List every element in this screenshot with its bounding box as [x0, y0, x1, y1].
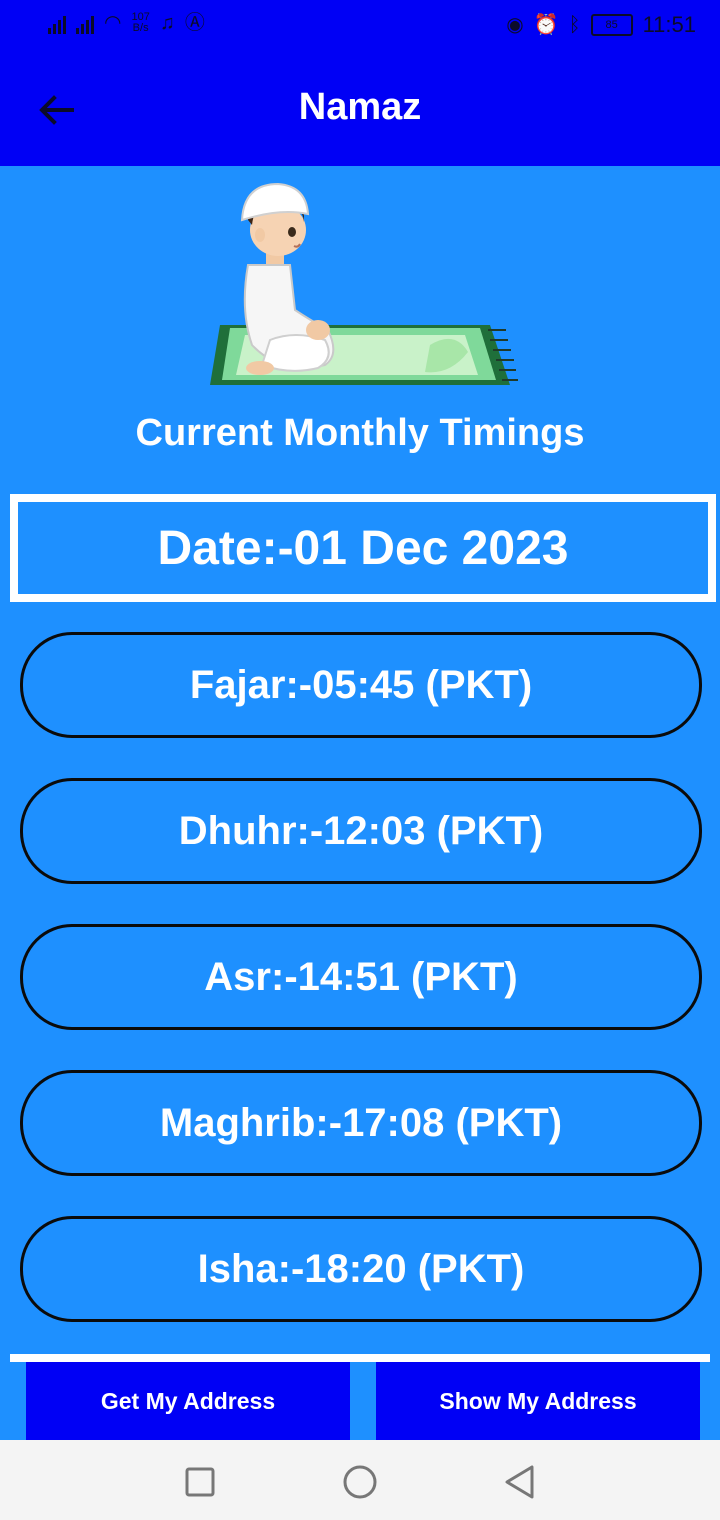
system-nav-bar: [0, 1440, 720, 1520]
get-address-button[interactable]: Get My Address: [26, 1362, 350, 1440]
prayer-time-isha[interactable]: Isha:-18:20 (PKT): [20, 1216, 702, 1322]
back-nav-icon[interactable]: [502, 1464, 538, 1500]
date-display: Date:-01 Dec 2023: [10, 494, 716, 602]
home-icon[interactable]: [342, 1464, 378, 1500]
show-address-button[interactable]: Show My Address: [376, 1362, 700, 1440]
signal-icon: [76, 12, 94, 34]
music-icon: ♫: [159, 12, 175, 34]
network-speed: 107 B/s: [131, 11, 150, 34]
eye-icon: ◉: [506, 14, 524, 36]
app-notification-icon: Ⓐ: [184, 12, 205, 34]
prayer-time-fajar[interactable]: Fajar:-05:45 (PKT): [20, 632, 702, 738]
signal-icon: [48, 12, 66, 34]
app-bar: ◠ 107 B/s ♫ Ⓐ ◉ ⏰ ᛒ 85 11:51 Namaz: [0, 0, 720, 166]
praying-boy-illustration: [210, 182, 518, 385]
wifi-icon: ◠: [104, 12, 122, 34]
prayer-time-dhuhr[interactable]: Dhuhr:-12:03 (PKT): [20, 778, 702, 884]
alarm-icon: ⏰: [533, 14, 559, 36]
page-title: Namaz: [298, 86, 422, 128]
prayer-time-asr[interactable]: Asr:-14:51 (PKT): [20, 924, 702, 1030]
battery-icon: 85: [590, 14, 633, 36]
monthly-timings-heading: Current Monthly Timings: [135, 412, 585, 454]
prayer-time-maghrib[interactable]: Maghrib:-17:08 (PKT): [20, 1070, 702, 1176]
divider: [10, 1354, 710, 1362]
bluetooth-icon: ᛒ: [568, 14, 581, 36]
clock: 11:51: [642, 12, 696, 37]
status-bar: ◠ 107 B/s ♫ Ⓐ ◉ ⏰ ᛒ 85 11:51: [0, 0, 720, 56]
recents-icon[interactable]: [182, 1464, 218, 1500]
